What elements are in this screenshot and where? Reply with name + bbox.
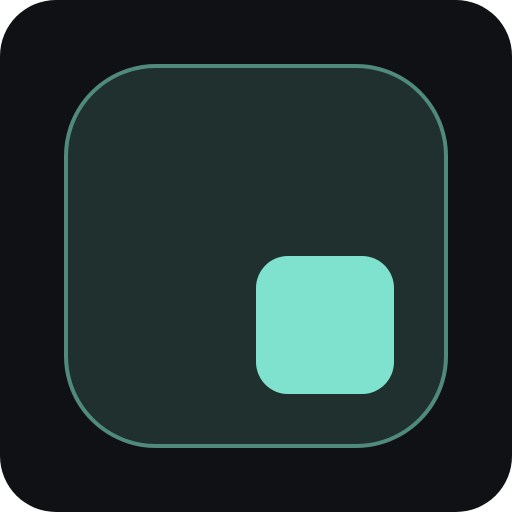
stop-button[interactable] — [64, 64, 448, 448]
app-icon — [0, 0, 512, 512]
stop-icon — [256, 256, 394, 394]
